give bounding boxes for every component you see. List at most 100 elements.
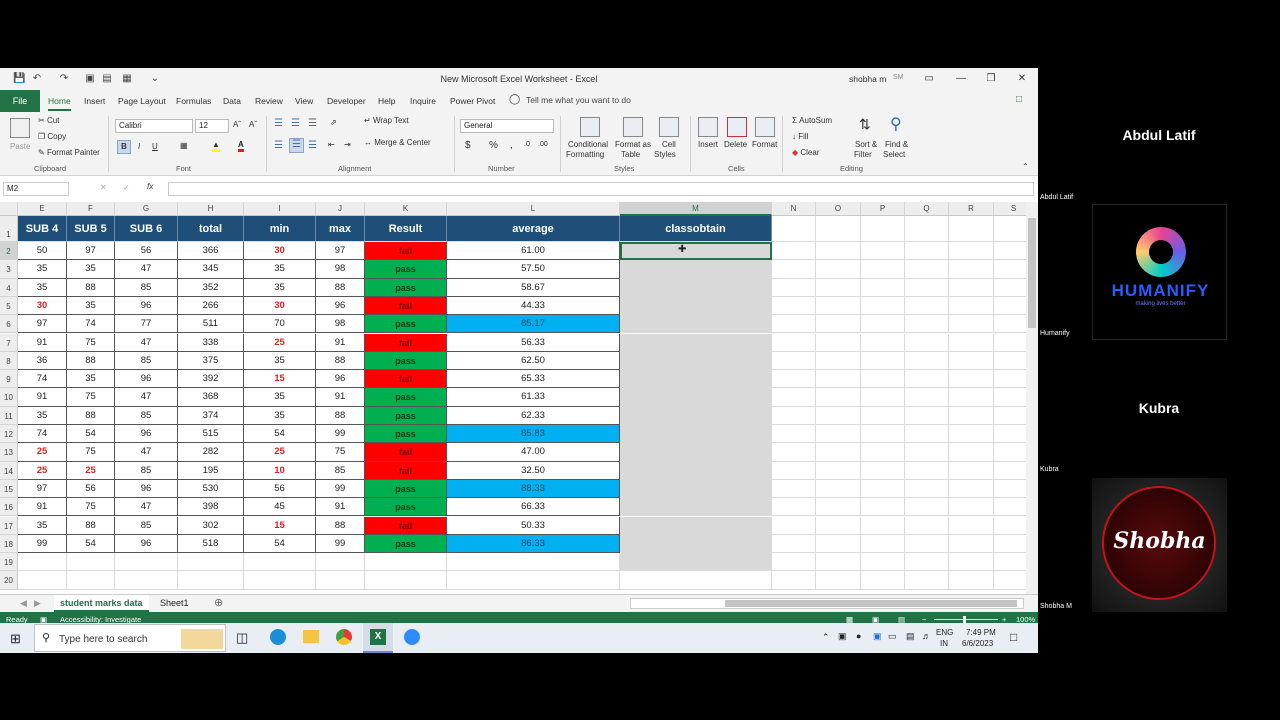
tab-formulas[interactable]: Formulas <box>176 96 211 106</box>
table-cell-max[interactable]: 91 <box>316 388 365 407</box>
empty-cell[interactable] <box>994 443 1026 462</box>
empty-cell[interactable] <box>447 571 620 590</box>
column-header-K[interactable]: K <box>365 202 447 216</box>
empty-cell[interactable] <box>816 388 861 407</box>
table-cell-result[interactable]: pass <box>365 260 447 279</box>
empty-cell[interactable] <box>905 242 949 261</box>
table-cell-result[interactable]: fail <box>365 333 447 352</box>
account-name[interactable]: shobha m <box>849 74 886 84</box>
row-header-13[interactable]: 13 <box>0 443 18 462</box>
empty-cell[interactable] <box>816 296 861 316</box>
maximize-button[interactable]: ❐ <box>982 71 1000 87</box>
table-cell-min[interactable]: 56 <box>244 479 316 499</box>
tab-developer[interactable]: Developer <box>327 96 366 106</box>
chrome-icon[interactable] <box>336 629 352 645</box>
table-header-cell[interactable]: total <box>178 216 244 242</box>
empty-cell[interactable] <box>861 479 905 499</box>
table-cell-average[interactable]: 61.00 <box>447 242 620 261</box>
empty-cell[interactable] <box>316 571 365 590</box>
empty-cell[interactable] <box>905 278 949 297</box>
column-header-H[interactable]: H <box>178 202 244 216</box>
empty-cell[interactable] <box>861 260 905 279</box>
empty-cell[interactable] <box>861 461 905 480</box>
table-cell-min[interactable]: 35 <box>244 278 316 297</box>
table-cell-average[interactable]: 88.33 <box>447 479 620 499</box>
column-header-G[interactable]: G <box>115 202 178 216</box>
empty-cell[interactable] <box>905 553 949 572</box>
empty-cell[interactable] <box>861 516 905 535</box>
tab-insert[interactable]: Insert <box>84 96 105 106</box>
delete-cells-button[interactable]: Delete <box>724 140 747 149</box>
clock-time[interactable]: 7:49 PM <box>966 628 996 637</box>
empty-cell[interactable] <box>772 425 816 444</box>
row-header-12[interactable]: 12 <box>0 425 18 444</box>
empty-cell[interactable] <box>905 333 949 352</box>
table-cell-sub6[interactable]: 47 <box>115 443 178 462</box>
classobtain-cell[interactable] <box>620 406 772 425</box>
table-cell-result[interactable]: fail <box>365 296 447 316</box>
empty-cell[interactable] <box>772 479 816 499</box>
table-cell-max[interactable]: 91 <box>316 333 365 352</box>
decrease-font-icon[interactable]: Aˇ <box>249 120 257 129</box>
empty-cell[interactable] <box>905 479 949 499</box>
align-top-icon[interactable]: ☰ <box>274 118 283 129</box>
row-header-17[interactable]: 17 <box>0 516 18 535</box>
table-cell-total[interactable]: 195 <box>178 461 244 480</box>
table-cell-sub5[interactable]: 54 <box>67 534 115 554</box>
table-cell-result[interactable]: fail <box>365 242 447 261</box>
tab-home[interactable]: Home <box>48 96 71 111</box>
account-avatar[interactable]: SM <box>893 74 904 81</box>
find-select-label[interactable]: Find & <box>885 140 908 149</box>
column-header-S[interactable]: S <box>994 202 1026 216</box>
empty-cell[interactable] <box>772 296 816 316</box>
table-cell-min[interactable]: 25 <box>244 443 316 462</box>
italic-button[interactable]: I <box>138 142 140 151</box>
classobtain-cell[interactable] <box>620 388 772 407</box>
table-cell-result[interactable]: pass <box>365 498 447 517</box>
empty-cell[interactable] <box>316 553 365 572</box>
empty-cell[interactable] <box>994 216 1026 242</box>
table-cell-min[interactable]: 35 <box>244 260 316 279</box>
conditional-formatting-label-2[interactable]: Formatting <box>566 150 604 159</box>
table-cell-total[interactable]: 366 <box>178 242 244 261</box>
row-header-15[interactable]: 15 <box>0 479 18 499</box>
participant-video-shobha[interactable]: Shobha <box>1092 478 1227 612</box>
table-cell-average[interactable]: 65.33 <box>447 370 620 389</box>
table-cell-sub6[interactable]: 85 <box>115 406 178 425</box>
empty-cell[interactable] <box>861 315 905 334</box>
worksheet-grid[interactable]: EFGHIJKLMNOPQRS 1 2 3 4 5 6 7 8 9 10 11 12 13 14 15 16 1… <box>0 202 1026 652</box>
taskbar-search[interactable]: ⚲ Type here to search <box>34 624 226 652</box>
empty-cell[interactable] <box>772 351 816 371</box>
table-cell-sub6[interactable]: 85 <box>115 278 178 297</box>
table-header-cell[interactable]: SUB 4 <box>18 216 67 242</box>
table-cell-sub6[interactable]: 47 <box>115 498 178 517</box>
table-cell-max[interactable]: 97 <box>316 242 365 261</box>
empty-cell[interactable] <box>949 406 994 425</box>
table-cell-total[interactable]: 515 <box>178 425 244 444</box>
empty-cell[interactable] <box>178 553 244 572</box>
decrease-decimal-icon[interactable]: .00 <box>538 141 548 148</box>
empty-cell[interactable] <box>905 315 949 334</box>
ribbon-display-icon[interactable]: ▭ <box>920 71 938 87</box>
increase-decimal-icon[interactable]: .0 <box>524 141 530 148</box>
table-cell-max[interactable]: 88 <box>316 406 365 425</box>
table-cell-max[interactable]: 75 <box>316 443 365 462</box>
empty-cell[interactable] <box>772 388 816 407</box>
column-header-P[interactable]: P <box>861 202 905 216</box>
row-header-14[interactable]: 14 <box>0 461 18 480</box>
empty-cell[interactable] <box>861 406 905 425</box>
empty-cell[interactable] <box>18 553 67 572</box>
empty-cell[interactable] <box>772 333 816 352</box>
horizontal-scroll-thumb[interactable] <box>725 600 1017 607</box>
task-view-icon[interactable]: ◫ <box>236 630 248 646</box>
selected-cell[interactable] <box>620 242 772 261</box>
table-cell-sub5[interactable]: 74 <box>67 315 115 334</box>
empty-cell[interactable] <box>244 571 316 590</box>
row-header-3[interactable]: 3 <box>0 260 18 279</box>
empty-cell[interactable] <box>994 388 1026 407</box>
empty-cell[interactable] <box>816 333 861 352</box>
table-cell-min[interactable]: 35 <box>244 388 316 407</box>
table-cell-sub6[interactable]: 85 <box>115 516 178 535</box>
table-header-cell[interactable]: Result <box>365 216 447 242</box>
empty-cell[interactable] <box>905 351 949 371</box>
